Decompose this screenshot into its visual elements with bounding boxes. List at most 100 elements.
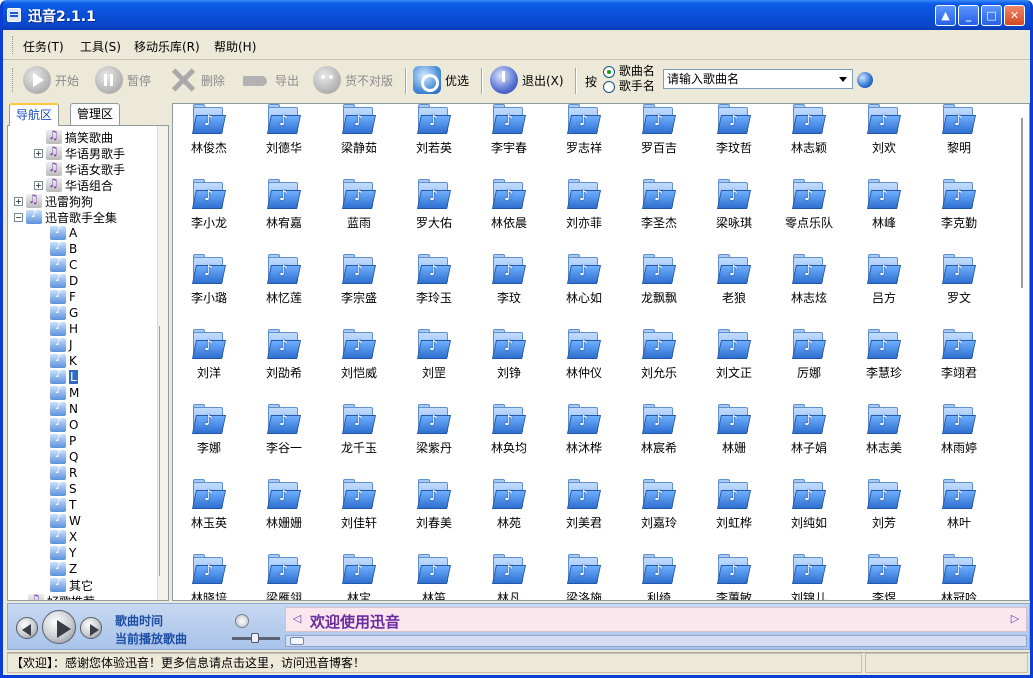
tree-item-letter-15[interactable]: R [50, 465, 77, 481]
artist-folder[interactable]: ♪ 罗文 [923, 254, 993, 324]
artist-folder[interactable]: ♪ 罗百吉 [623, 104, 693, 174]
previous-button[interactable] [16, 617, 38, 639]
tree-item-letter-18[interactable]: W [50, 513, 81, 529]
artist-folder[interactable]: ♪ 刘春美 [398, 479, 468, 549]
menu-help[interactable]: 帮助(H) [214, 38, 256, 55]
artist-folder[interactable]: ♪ 刘德华 [248, 104, 318, 174]
artist-folder[interactable]: ♪ 刘文正 [698, 329, 768, 399]
artist-folder[interactable]: ♪ 罗大佑 [398, 179, 468, 249]
next-button[interactable] [80, 617, 102, 639]
progress-bar[interactable] [285, 635, 1027, 647]
tree-item-letter-14[interactable]: Q [50, 449, 78, 465]
artist-folder[interactable]: ♪ 李玲玉 [398, 254, 468, 324]
artist-folder[interactable]: ♪ 李宇春 [473, 104, 543, 174]
optimize-button[interactable]: 优选 [413, 65, 469, 95]
artist-folder[interactable]: ♪ 刘洋 [173, 329, 243, 399]
artist-folder[interactable]: ♪ 刘虹桦 [698, 479, 768, 549]
close-button[interactable]: ✕ [1004, 5, 1025, 26]
artist-folder[interactable]: ♪ 林宥嘉 [248, 179, 318, 249]
pause-button[interactable]: 暂停 [95, 65, 151, 95]
artist-folder[interactable]: ♪ 李圣杰 [623, 179, 693, 249]
menu-tools[interactable]: 工具(S) [80, 38, 121, 55]
artist-folder[interactable]: ♪ 林宸希 [623, 404, 693, 474]
tree-item-letter-9[interactable]: L [50, 369, 78, 385]
expand-icon[interactable]: − [14, 212, 23, 222]
tree-item-letter-22[interactable]: 其它 [50, 577, 93, 593]
search-input[interactable]: 请输入歌曲名 [663, 69, 853, 89]
tree-item-letter-3[interactable]: D [50, 273, 78, 289]
radio-singer-name[interactable]: 歌手名 [603, 79, 655, 94]
tab-management[interactable]: 管理区 [70, 103, 121, 125]
export-button[interactable]: 导出 [243, 65, 299, 95]
menu-task[interactable]: 任务(T) [23, 38, 64, 55]
play-button[interactable] [42, 610, 76, 644]
artist-folder[interactable]: ♪ 李慧珍 [848, 329, 918, 399]
expand-icon[interactable]: + [34, 180, 43, 190]
artist-folder[interactable]: ♪ 李谷一 [248, 404, 318, 474]
artist-folder[interactable]: ♪ 林宝 [323, 554, 393, 600]
tree-item-letter-17[interactable]: T [50, 497, 76, 513]
artist-folder[interactable]: ♪ 李宗盛 [323, 254, 393, 324]
artist-folder[interactable]: ♪ 林冠吟 [923, 554, 993, 600]
artist-folder[interactable]: ♪ 林沐桦 [548, 404, 618, 474]
minimize-button[interactable]: _ [958, 5, 979, 26]
artist-folder[interactable]: ♪ 刘锦儿 [773, 554, 843, 600]
tree-scrollbar[interactable] [157, 126, 168, 600]
tree-item-letter-10[interactable]: M [50, 385, 79, 401]
grid-scroll-thumb[interactable] [1021, 118, 1023, 288]
tree-item-letter-0[interactable]: A [50, 225, 77, 241]
globe-icon[interactable] [857, 72, 873, 88]
tree-item-0[interactable]: 搞笑歌曲 [34, 128, 113, 145]
artist-folder[interactable]: ♪ 零点乐队 [773, 179, 843, 249]
artist-folder[interactable]: ♪ 吕方 [848, 254, 918, 324]
tree-item-letter-6[interactable]: H [50, 321, 78, 337]
artist-folder[interactable]: ♪ 刘芳 [848, 479, 918, 549]
radio-song-name[interactable]: 歌曲名 [603, 64, 655, 79]
artist-folder[interactable]: ♪ 龙飘飘 [623, 254, 693, 324]
artist-folder[interactable]: ♪ 刘亦菲 [548, 179, 618, 249]
help-button[interactable]: ▲ [935, 5, 956, 26]
artist-folder[interactable]: ♪ 林子娟 [773, 404, 843, 474]
artist-folder[interactable]: ♪ 林笛 [398, 554, 468, 600]
tree-item-letter-16[interactable]: S [50, 481, 77, 497]
tree-item-partial[interactable]: 好歌推荐 [28, 592, 95, 600]
artist-folder[interactable]: ♪ 刘美君 [548, 479, 618, 549]
artist-folder[interactable]: ♪ 黎明 [923, 104, 993, 174]
tree-item-letter-4[interactable]: F [50, 289, 76, 305]
maximize-button[interactable]: □ [981, 5, 1002, 26]
artist-folder[interactable]: ♪ 林俊杰 [173, 104, 243, 174]
artist-folder[interactable]: ♪ 林叶 [923, 479, 993, 549]
tab-navigation[interactable]: 导航区 [9, 103, 60, 126]
delete-button[interactable]: 删除 [169, 65, 225, 95]
artist-folder[interactable]: ♪ 林忆莲 [248, 254, 318, 324]
artist-folder[interactable]: ♪ 蓝雨 [323, 179, 393, 249]
grid-scrollbar[interactable] [1017, 104, 1029, 600]
artist-folder[interactable]: ♪ 刘佳轩 [323, 479, 393, 549]
artist-folder[interactable]: ♪ 林峰 [848, 179, 918, 249]
artist-folder[interactable]: ♪ 林志颖 [773, 104, 843, 174]
tree-item-letter-8[interactable]: K [50, 353, 77, 369]
tree-item-letter-7[interactable]: J [50, 337, 73, 353]
artist-folder[interactable]: ♪ 林晓培 [173, 554, 243, 600]
artist-folder[interactable]: ♪ 林志美 [848, 404, 918, 474]
artist-folder[interactable]: ♪ 李玟 [473, 254, 543, 324]
artist-folder[interactable]: ♪ 利绮 [623, 554, 693, 600]
category-tree[interactable]: 搞笑歌曲+华语男歌手华语女歌手+华语组合+迅雷狗狗−迅音歌手全集ABCDFGHJ… [7, 125, 169, 601]
tree-item-collection[interactable]: − 迅音歌手全集 [14, 209, 117, 225]
artist-folder[interactable]: ♪ 林心如 [548, 254, 618, 324]
tree-item-letter-13[interactable]: P [50, 433, 76, 449]
tree-item-letter-2[interactable]: C [50, 257, 77, 273]
artist-folder[interactable]: ♪ 梁紫丹 [398, 404, 468, 474]
artist-folder[interactable]: ♪ 刘劭希 [248, 329, 318, 399]
start-button[interactable]: 开始 [23, 65, 79, 95]
title-bar[interactable]: 迅音2.1.1 ▲ _ □ ✕ [3, 0, 1030, 30]
artist-folder[interactable]: ♪ 李小龙 [173, 179, 243, 249]
artist-folder[interactable]: ♪ 李小璐 [173, 254, 243, 324]
artist-folder[interactable]: ♪ 刘嘉玲 [623, 479, 693, 549]
exit-button[interactable]: 退出(X) [490, 65, 564, 95]
expand-icon[interactable]: + [34, 148, 43, 158]
artist-folder[interactable]: ♪ 林姗 [698, 404, 768, 474]
tree-scroll-thumb[interactable] [159, 326, 167, 576]
mismatch-button[interactable]: 货不对版 [313, 65, 393, 95]
artist-folder[interactable]: ♪ 李克勤 [923, 179, 993, 249]
